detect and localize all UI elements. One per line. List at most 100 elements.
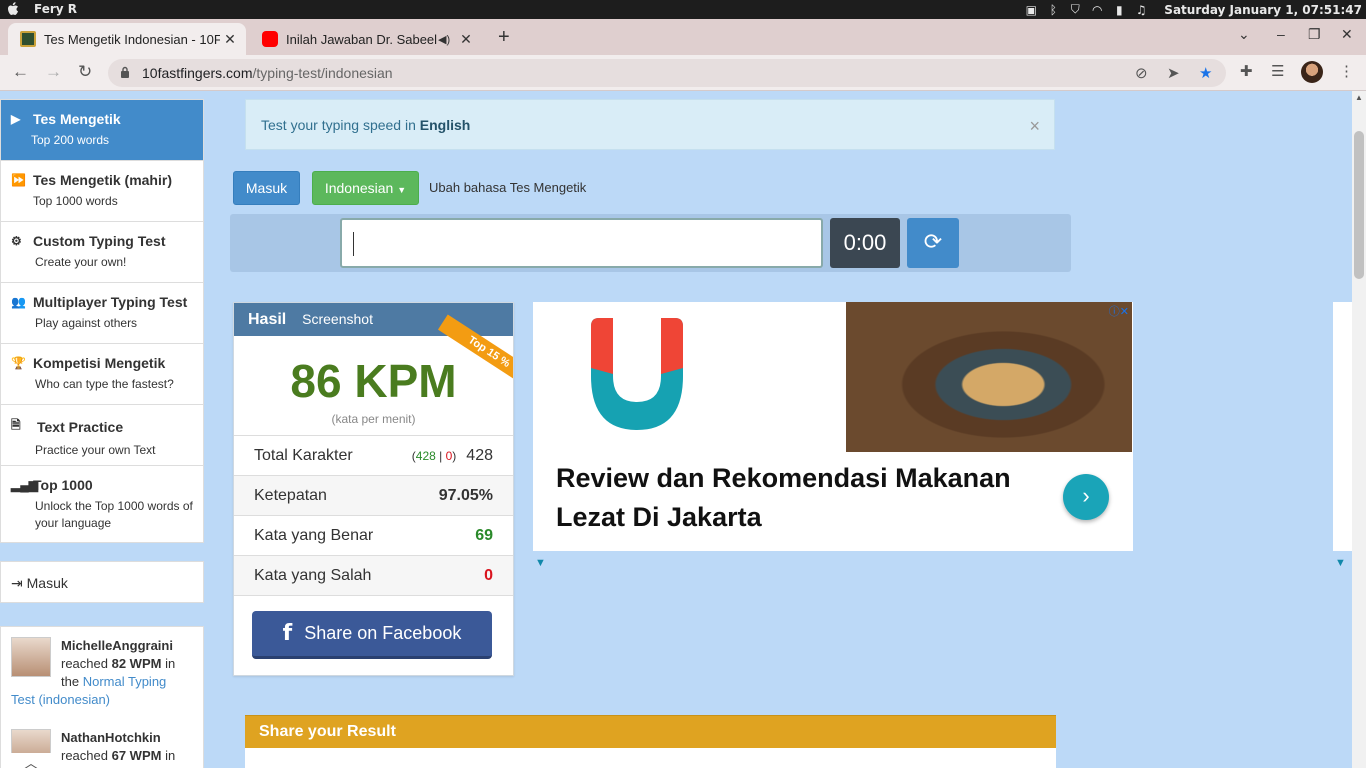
correct-keystrokes: 428 (415, 448, 436, 463)
restart-test-button[interactable]: ⟳ (907, 218, 959, 268)
cogs-icon: ⚙ (11, 234, 22, 248)
ad-headline[interactable]: Review dan Rekomendasi Makanan Lezat Di … (556, 459, 1056, 537)
ad-marker-icon[interactable]: ▼ (535, 557, 546, 569)
login-button[interactable]: Masuk (233, 171, 300, 205)
close-tab-icon[interactable]: ✕ (220, 31, 240, 48)
address-bar[interactable]: 10fastfingers.com/typing-test/indonesian… (108, 59, 1226, 87)
ad-choices-icon[interactable]: ⓘ✕ (1109, 303, 1129, 319)
food-photo (846, 302, 1132, 452)
advertisement[interactable]: ⓘ✕ Review dan Rekomendasi Makanan Lezat … (533, 302, 1133, 551)
shield-icon[interactable]: ⛉ (1064, 2, 1086, 17)
apple-logo-icon[interactable] (6, 1, 20, 17)
profile-avatar[interactable] (1301, 61, 1323, 83)
forward-arrow-icon[interactable]: → (45, 62, 62, 82)
extensions-puzzle-icon[interactable]: ✚ (1240, 62, 1253, 80)
sidebar-login[interactable]: ⇥ Masuk (0, 561, 204, 603)
signal-icon: ▂▄▆ (11, 478, 38, 492)
notice-english-link[interactable]: English (420, 117, 471, 133)
refresh-icon: ⟳ (923, 229, 943, 254)
send-icon[interactable]: ➤ (1167, 64, 1180, 82)
scrollbar-thumb[interactable] (1354, 131, 1364, 279)
tab-title: Inilah Jawaban Dr. Sabeel (286, 31, 438, 47)
wrong-keystrokes: 0 (445, 448, 453, 463)
language-dropdown-button[interactable]: Indonesian ▼ (312, 171, 419, 205)
menu-dots-icon[interactable]: ⋮ (1339, 62, 1354, 80)
sidebar-item-kompetisi[interactable]: 🏆 Kompetisi Mengetik Who can type the fas… (1, 344, 203, 405)
new-tab-icon[interactable]: + (498, 26, 510, 49)
wpm-unit: (kata per menit) (331, 412, 416, 426)
keystroke-breakdown: (428 | 0) (411, 448, 457, 463)
scroll-up-icon[interactable]: ▲ (1355, 93, 1363, 102)
bluetooth-icon[interactable]: ᛒ (1042, 3, 1064, 17)
close-tab-icon[interactable]: ✕ (456, 31, 476, 48)
os-top-bar: Fery R ▣ ᛒ ⛉ ◠ ▮ ♫ Saturday January 1, 0… (0, 0, 1366, 19)
tab-title: Tes Mengetik Indonesian - 10F (44, 31, 220, 47)
sidebar-item-tes-mengetik[interactable]: ▶ Tes Mengetik Top 200 words (1, 100, 203, 161)
bookmark-star-icon[interactable]: ★ (1199, 64, 1212, 82)
tenfastfingers-favicon-icon (20, 31, 36, 47)
result-panel: Hasil Screenshot Top 15 % 86 KPM (kata p… (233, 302, 514, 676)
sidebar-item-top-1000[interactable]: ▂▄▆ Top 1000 Unlock the Top 1000 words of… (1, 466, 203, 542)
facebook-icon: f (282, 621, 293, 646)
eye-off-icon[interactable]: ⊘ (1135, 64, 1148, 82)
tab-search-chevron-icon[interactable]: ⌄ (1238, 26, 1250, 43)
typing-input[interactable] (340, 218, 823, 268)
ad-marker-icon[interactable]: ▼ (1335, 557, 1346, 569)
typing-area: 0:00 ⟳ (230, 214, 1071, 272)
result-tab-hasil[interactable]: Hasil (248, 311, 286, 328)
share-facebook-button[interactable]: f Share on Facebook (252, 611, 492, 659)
activity-text: reached (61, 748, 108, 763)
share-result-title: Share your Result (245, 715, 1056, 748)
caret-down-icon: ▼ (397, 185, 407, 195)
sidebar-item-sub: Unlock the Top 1000 words of your langua… (35, 499, 193, 530)
os-user-name[interactable]: Fery R (34, 2, 77, 16)
language-hint: Ubah bahasa Tes Mengetik (429, 180, 587, 195)
browser-tab-strip: Tes Mengetik Indonesian - 10F ✕ Inilah J… (0, 19, 1366, 55)
os-clock[interactable]: Saturday January 1, 07:51:47 (1164, 3, 1362, 17)
sidebar-item-title: Custom Typing Test (33, 233, 166, 249)
activity-user[interactable]: MichelleAnggraini (61, 638, 173, 653)
media-queue-icon[interactable]: ☰ (1271, 62, 1284, 80)
sidebar-item-tes-mengetik-mahir[interactable]: ⏩ Tes Mengetik (mahir) Top 1000 words (1, 161, 203, 222)
wifi-icon[interactable]: ◠ (1086, 3, 1108, 17)
chevron-right-icon: › (1082, 483, 1090, 508)
result-tab-screenshot[interactable]: Screenshot (302, 311, 373, 327)
url-text[interactable]: 10fastfingers.com/typing-test/indonesian (142, 65, 393, 81)
sidebar-item-sub: Play against others (35, 316, 138, 330)
sidebar-item-custom-typing-test[interactable]: ⚙ Custom Typing Test Create your own! (1, 222, 203, 283)
back-arrow-icon[interactable]: ← (12, 62, 29, 82)
speaker-icon[interactable]: ◀) (438, 33, 456, 46)
sidebar-item-text-practice[interactable]: 🗎 Text Practice Practice your own Text (1, 405, 203, 466)
battery-icon[interactable]: ▮ (1108, 3, 1130, 17)
tab-typing-test[interactable]: Tes Mengetik Indonesian - 10F ✕ (8, 23, 246, 55)
page-scrollbar[interactable]: ▲ (1352, 91, 1366, 768)
ad-arrow-button[interactable]: › (1063, 474, 1109, 520)
sidebar-item-sub: Top 200 words (31, 133, 110, 147)
close-window-icon[interactable]: ✕ (1341, 26, 1353, 43)
avatar[interactable] (11, 637, 51, 677)
ad-side-panel (1333, 302, 1352, 551)
activity-user[interactable]: NathanHotchkin (61, 730, 161, 745)
activity-wpm: 67 WPM (111, 748, 162, 763)
row-value: 97.05% (438, 486, 493, 504)
play-icon: ▶ (11, 112, 21, 126)
collapse-chevron-up-icon[interactable]: ︿ (1, 753, 61, 768)
maximize-icon[interactable]: ❐ (1308, 26, 1321, 43)
tab-youtube[interactable]: Inilah Jawaban Dr. Sabeel ◀) ✕ (250, 23, 482, 55)
sidebar-item-sub: Who can type the fastest? (35, 377, 174, 391)
camera-icon[interactable]: ▣ (1020, 3, 1042, 17)
sidebar-item-sub: Practice your own Text (35, 443, 156, 457)
row-value: 0 (484, 566, 493, 584)
notice-close-icon[interactable]: × (1029, 116, 1040, 137)
url-path: /typing-test/indonesian (252, 65, 393, 81)
lock-icon[interactable] (120, 66, 130, 78)
sidebar-item-title: Multiplayer Typing Test (33, 294, 188, 310)
music-icon[interactable]: ♫ (1130, 3, 1152, 17)
sidebar-item-title: Kompetisi Mengetik (33, 355, 166, 371)
activity-text: in (165, 748, 176, 763)
sidebar-item-multiplayer[interactable]: 👥 Multiplayer Typing Test Play against ot… (1, 283, 203, 344)
users-icon: 👥 (11, 295, 26, 309)
activity-test-link[interactable]: Normal Typing Test (indonesian) (11, 674, 166, 707)
reload-icon[interactable]: ↻ (78, 62, 92, 82)
minimize-icon[interactable]: – (1277, 26, 1285, 42)
